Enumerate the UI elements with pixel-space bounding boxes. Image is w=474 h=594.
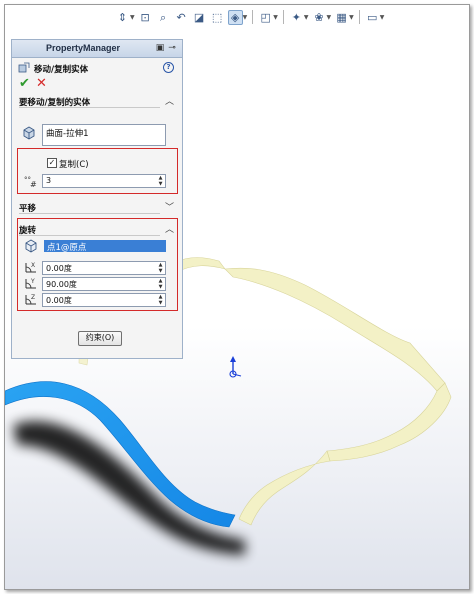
chevron-down-icon[interactable]: ▼ — [327, 14, 332, 21]
feature-name: 移动/复制实体 — [34, 65, 89, 75]
copy-highlight-box — [17, 148, 178, 194]
chevron-down-icon[interactable]: ▼ — [380, 14, 385, 21]
view-orientation-icon[interactable]: ⇕ — [115, 10, 130, 25]
rotate-highlight-box — [17, 218, 178, 311]
translate-section-header[interactable]: 平移 ﹀ — [12, 198, 182, 214]
ok-button[interactable]: ✔ — [19, 76, 30, 91]
zoom-fit-icon[interactable]: ⊡ — [138, 10, 153, 25]
application-window: ⇕ ▼ ⊡ ⌕ ↶ ◪ ⬚ ◈ ▼ ◰ ▼ ✦ ▼ ❀ ▼ ▦ ▼ ▭ ▼ Pr… — [4, 4, 470, 590]
edit-appearance-icon[interactable]: ✦ — [289, 10, 304, 25]
display-style-icon[interactable]: ◈ — [227, 9, 243, 25]
chevron-down-icon[interactable]: ▼ — [243, 14, 248, 21]
move-copy-body-icon — [18, 62, 30, 73]
chevron-down-icon[interactable]: ﹀ — [165, 200, 174, 213]
help-icon[interactable]: ? — [163, 62, 174, 73]
chevron-down-icon[interactable]: ▼ — [349, 14, 354, 21]
toolbar-separator — [358, 10, 360, 24]
original-surface[interactable] — [5, 381, 236, 528]
solid-body-icon — [23, 126, 35, 140]
view-settings-icon[interactable]: ▦ — [334, 10, 349, 25]
section-view-icon[interactable]: ◪ — [192, 10, 207, 25]
toolbar-separator — [252, 10, 254, 24]
confirm-row: ✔ ✕ — [12, 76, 182, 92]
cancel-button[interactable]: ✕ — [36, 76, 47, 91]
chevron-down-icon[interactable]: ▼ — [130, 14, 135, 21]
chevron-down-icon[interactable]: ▼ — [273, 14, 278, 21]
bodies-section-header[interactable]: 要移动/复制的实体 ︿ — [12, 92, 182, 108]
property-manager-panel: PropertyManager ▣ ⊸ 移动/复制实体 ? ✔ ✕ 要移动/复制… — [11, 39, 183, 359]
divider — [19, 213, 160, 214]
copied-surface-top-right — [224, 267, 446, 392]
heads-up-view-toolbar: ⇕ ▼ ⊡ ⌕ ↶ ◪ ⬚ ◈ ▼ ◰ ▼ ✦ ▼ ❀ ▼ ▦ ▼ ▭ ▼ — [115, 7, 384, 27]
copied-surface-bottom — [238, 450, 331, 526]
origin-triad — [229, 356, 242, 378]
selected-body-item[interactable]: 曲面-拉伸1 — [46, 129, 88, 139]
bodies-selection-list[interactable]: 曲面-拉伸1 — [42, 124, 166, 146]
display-pane-icon[interactable]: ▭ — [365, 10, 380, 25]
zoom-area-icon[interactable]: ⌕ — [156, 10, 171, 25]
hide-show-icon[interactable]: ◰ — [258, 10, 273, 25]
apply-scene-icon[interactable]: ❀ — [312, 10, 327, 25]
property-manager-title: PropertyManager — [45, 43, 121, 53]
divider — [19, 107, 160, 108]
feature-title-row: 移动/复制实体 ? — [12, 58, 182, 76]
copied-surface-right — [326, 382, 452, 462]
chevron-up-icon[interactable]: ︿ — [165, 94, 174, 107]
toolbar-separator — [282, 10, 284, 24]
chevron-down-icon[interactable]: ▼ — [304, 14, 309, 21]
tree-toggle-icon[interactable]: ▣ — [155, 43, 165, 53]
constraints-button[interactable]: 约束(O) — [78, 331, 122, 346]
previous-view-icon[interactable]: ↶ — [174, 10, 189, 25]
property-manager-header: PropertyManager ▣ ⊸ — [12, 40, 182, 58]
pin-icon[interactable]: ⊸ — [167, 43, 177, 53]
view-cube-icon[interactable]: ⬚ — [210, 10, 225, 25]
